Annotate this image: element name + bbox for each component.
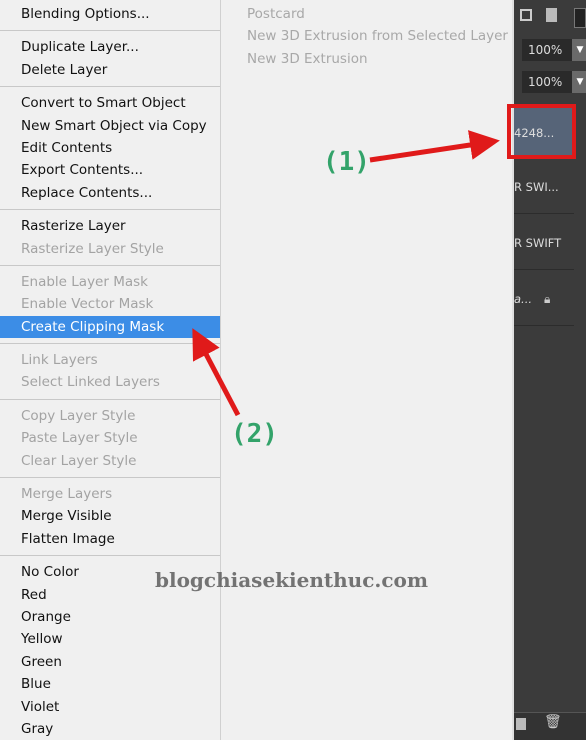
annotation-label-2: (2) <box>231 419 278 449</box>
annotation-arrows <box>192 130 500 417</box>
arrow-1 <box>369 130 500 163</box>
arrow-2 <box>192 328 241 417</box>
watermark: blogchiasekienthuc.com <box>155 568 429 592</box>
annotation-label-1: (1) <box>323 147 370 177</box>
